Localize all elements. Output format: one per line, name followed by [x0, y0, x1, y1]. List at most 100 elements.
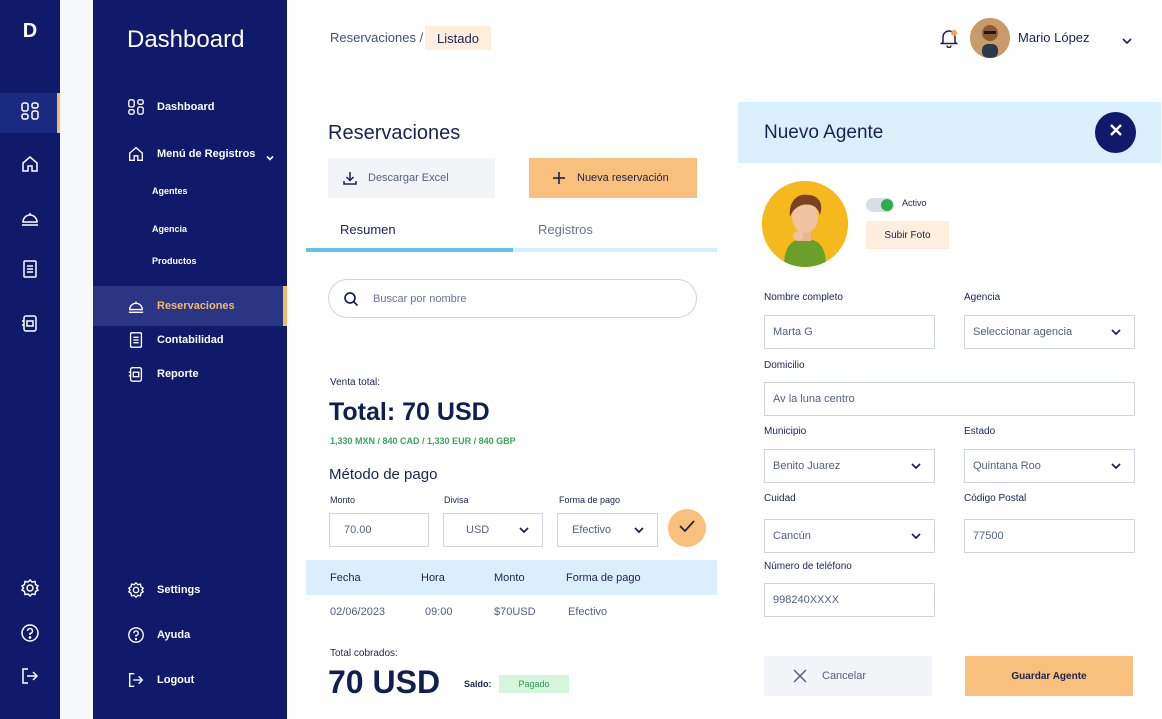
domicilio-value: Av la luna centro — [773, 393, 855, 405]
table-header-monto: Monto — [494, 572, 525, 584]
sidebar-item-label: Reporte — [157, 368, 199, 380]
tab-registros[interactable]: Registros — [538, 222, 593, 237]
close-icon — [792, 668, 808, 684]
cancel-label: Cancelar — [822, 670, 867, 682]
telefono-label: Número de teléfono — [764, 561, 852, 572]
nombre-value: Marta G — [773, 326, 813, 338]
cp-label: Código Postal — [964, 493, 1027, 504]
status-toggle[interactable] — [866, 198, 894, 212]
sidebar-item-settings[interactable]: Settings — [93, 570, 287, 610]
settings-icon — [127, 581, 145, 599]
monto-value: 70.00 — [344, 524, 372, 536]
sidebar-item-logout[interactable]: Logout — [93, 660, 287, 700]
download-excel-button[interactable]: Descargar Excel — [328, 158, 495, 198]
help-icon — [20, 623, 40, 648]
page-title: Reservaciones — [328, 122, 461, 144]
toggle-knob — [881, 199, 893, 211]
rail-reporte[interactable] — [0, 305, 60, 345]
table-cell-monto: $70USD — [494, 606, 536, 618]
new-reservation-label: Nueva reservación — [577, 172, 669, 184]
panel-title: Nuevo Agente — [764, 122, 884, 143]
status-badge: Pagado — [499, 675, 569, 693]
payment-method-title: Método de pago — [329, 466, 438, 483]
save-agent-button[interactable]: Guardar Agente — [965, 656, 1133, 696]
ciudad-select[interactable]: Cancún — [764, 519, 935, 553]
user-name[interactable]: Mario López — [1018, 30, 1090, 45]
sidebar-subitem-agencia[interactable]: Agencia — [152, 224, 187, 234]
table-cell-fecha: 02/06/2023 — [330, 606, 386, 618]
estado-select[interactable]: Quintana Roo — [964, 449, 1135, 483]
rail-settings[interactable] — [0, 570, 60, 610]
new-reservation-button[interactable]: Nueva reservación — [529, 158, 697, 198]
telefono-value: 998240XXXX — [773, 594, 840, 606]
tab-resumen[interactable]: Resumen — [340, 222, 396, 237]
chevron-down-icon[interactable] — [1121, 33, 1133, 51]
sidebar-item-label: Dashboard — [157, 101, 215, 113]
bell-icon[interactable] — [939, 28, 959, 53]
ciudad-value: Cancún — [773, 530, 811, 542]
icon-rail: D — [0, 0, 60, 719]
service-bell-icon — [127, 297, 145, 315]
rail-logout[interactable] — [0, 658, 60, 698]
rail-contabilidad[interactable] — [0, 251, 60, 291]
sidebar-item-label: Contabilidad — [157, 334, 224, 346]
breadcrumb-root[interactable]: Reservaciones / — [330, 30, 423, 45]
close-icon — [1108, 122, 1124, 143]
table-header-hora: Hora — [421, 572, 445, 584]
upload-photo-button[interactable]: Subir Foto — [866, 221, 949, 249]
close-panel-button[interactable] — [1095, 112, 1136, 153]
rail-reservaciones[interactable] — [0, 200, 60, 240]
forma-pago-select[interactable]: Efectivo — [557, 513, 658, 547]
document-icon — [127, 331, 145, 349]
agencia-select[interactable]: Seleccionar agencia — [964, 315, 1135, 349]
tab-indicator-active — [306, 248, 513, 252]
chevron-down-icon[interactable] — [265, 150, 275, 168]
sidebar-item-dashboard[interactable]: Dashboard — [93, 87, 287, 127]
rail-dashboard[interactable] — [0, 93, 60, 133]
rail-registros[interactable] — [0, 146, 60, 186]
sidebar-subitem-agentes[interactable]: Agentes — [152, 186, 188, 196]
monto-field[interactable]: 70.00 — [329, 513, 429, 547]
breadcrumb-current: Listado — [425, 26, 491, 50]
divisa-select[interactable]: USD — [443, 513, 543, 547]
domicilio-field[interactable]: Av la luna centro — [764, 382, 1135, 416]
sidebar-item-ayuda[interactable]: Ayuda — [93, 615, 287, 655]
logout-icon — [127, 671, 145, 689]
grid-icon — [127, 98, 145, 116]
total-cobrados-label: Total cobrados: — [330, 648, 398, 659]
search-input[interactable] — [373, 292, 673, 305]
municipio-select[interactable]: Benito Juarez — [764, 449, 935, 483]
currency-conversions: 1,330 MXN / 840 CAD / 1,330 EUR / 840 GB… — [330, 436, 516, 446]
confirm-payment-button[interactable] — [668, 509, 706, 547]
chevron-down-icon — [518, 525, 530, 535]
tab-indicator — [513, 248, 717, 252]
telefono-field[interactable]: 998240XXXX — [764, 583, 935, 617]
search-bar — [328, 279, 697, 318]
sidebar-item-label: Reservaciones — [157, 300, 235, 312]
forma-pago-value: Efectivo — [572, 524, 612, 536]
table-header-forma-pago: Forma de pago — [566, 572, 641, 584]
agencia-value: Seleccionar agencia — [973, 326, 1073, 338]
cp-field[interactable]: 77500 — [964, 519, 1135, 553]
download-icon — [342, 170, 358, 186]
app-logo: D — [22, 20, 38, 42]
sidebar-item-reporte[interactable]: Reporte — [93, 354, 287, 394]
estado-value: Quintana Roo — [973, 460, 1041, 472]
settings-icon — [20, 578, 40, 603]
avatar[interactable] — [970, 18, 1010, 58]
sidebar-item-label: Logout — [157, 674, 195, 686]
sidebar-subitem-productos[interactable]: Productos — [152, 256, 197, 266]
status-toggle-label: Activo — [902, 198, 927, 208]
rail-help[interactable] — [0, 615, 60, 655]
help-icon — [127, 626, 145, 644]
plus-icon — [551, 170, 567, 186]
table-cell-forma-pago: Efectivo — [568, 606, 608, 618]
service-bell-icon — [20, 208, 40, 233]
nombre-field[interactable]: Marta G — [764, 315, 935, 349]
ciudad-label: Cuidad — [764, 493, 796, 504]
sidebar-item-registros[interactable]: Menú de Registros — [93, 134, 287, 174]
download-excel-label: Descargar Excel — [368, 172, 449, 184]
search-icon — [343, 291, 359, 307]
divisa-value: USD — [466, 524, 490, 536]
cancel-button[interactable]: Cancelar — [764, 656, 932, 696]
